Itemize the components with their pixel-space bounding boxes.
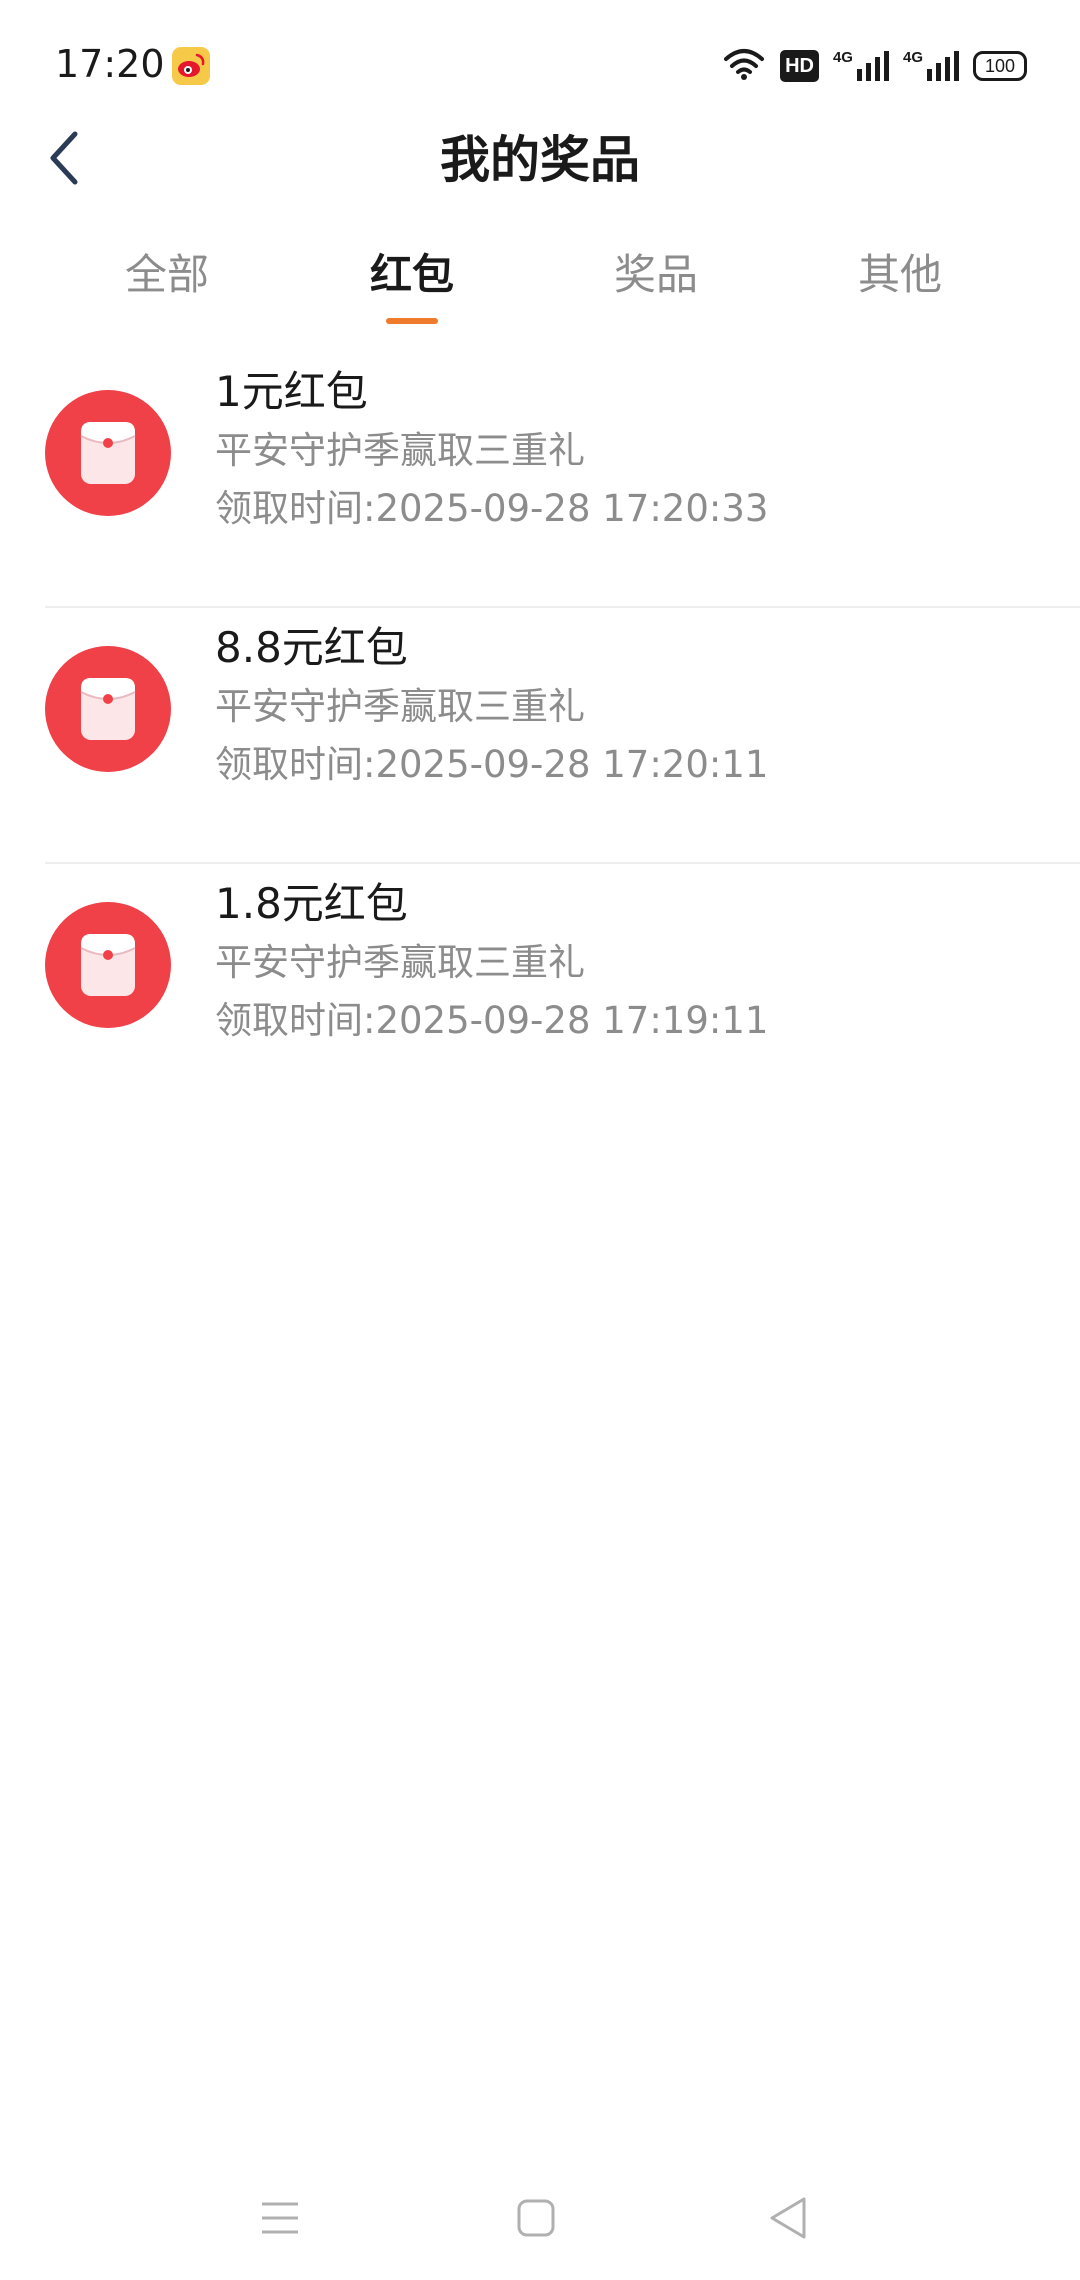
red-envelope-icon [45,646,171,772]
battery-icon: 100 [973,51,1027,81]
signal-icon-2: 4G [903,49,959,83]
tab-all[interactable]: 全部 [67,230,267,320]
wifi-icon [722,47,766,85]
item-time: 领取时间:2025-09-28 17:20:33 [215,487,769,530]
network-label: 4G [832,49,853,66]
system-nav-bar [0,2160,1080,2280]
item-time: 领取时间:2025-09-28 17:20:11 [215,743,769,786]
prize-list: 1元红包 平安守护季赢取三重礼 领取时间:2025-09-28 17:20:33… [0,352,1080,1120]
list-item[interactable]: 8.8元红包 平安守护季赢取三重礼 领取时间:2025-09-28 17:20:… [45,608,1080,864]
back-triangle-icon [768,2196,808,2244]
item-subtitle: 平安守护季赢取三重礼 [215,941,585,984]
list-item[interactable]: 1.8元红包 平安守护季赢取三重礼 领取时间:2025-09-28 17:19:… [45,864,1080,1120]
item-time: 领取时间:2025-09-28 17:19:11 [215,999,769,1042]
list-item[interactable]: 1元红包 平安守护季赢取三重礼 领取时间:2025-09-28 17:20:33 [45,352,1080,608]
menu-button[interactable] [240,2180,320,2260]
item-subtitle: 平安守护季赢取三重礼 [215,429,585,472]
tab-prizes[interactable]: 奖品 [556,230,756,320]
status-bar: 17:20 HD 4G 4G 100 [0,0,1080,130]
back-nav-button[interactable] [748,2180,828,2260]
home-button[interactable] [496,2180,576,2260]
tab-bar: 全部 红包 奖品 其他 [0,230,1080,330]
item-title: 1.8元红包 [215,879,408,928]
item-title: 1元红包 [215,367,368,416]
signal-icon-1: 4G [833,49,889,83]
home-square-icon [516,2198,556,2242]
tab-other[interactable]: 其他 [800,230,1000,320]
weibo-icon [172,47,210,85]
active-tab-indicator [386,318,438,324]
red-envelope-icon [45,902,171,1028]
hd-badge: HD [780,50,819,82]
menu-icon [260,2198,300,2242]
status-time: 17:20 [55,42,165,86]
red-envelope-icon [45,390,171,516]
item-title: 8.8元红包 [215,623,408,672]
tab-red-envelope[interactable]: 红包 [312,230,512,320]
page-title: 我的奖品 [440,131,640,189]
network-label: 4G [902,49,923,66]
item-subtitle: 平安守护季赢取三重礼 [215,685,585,728]
